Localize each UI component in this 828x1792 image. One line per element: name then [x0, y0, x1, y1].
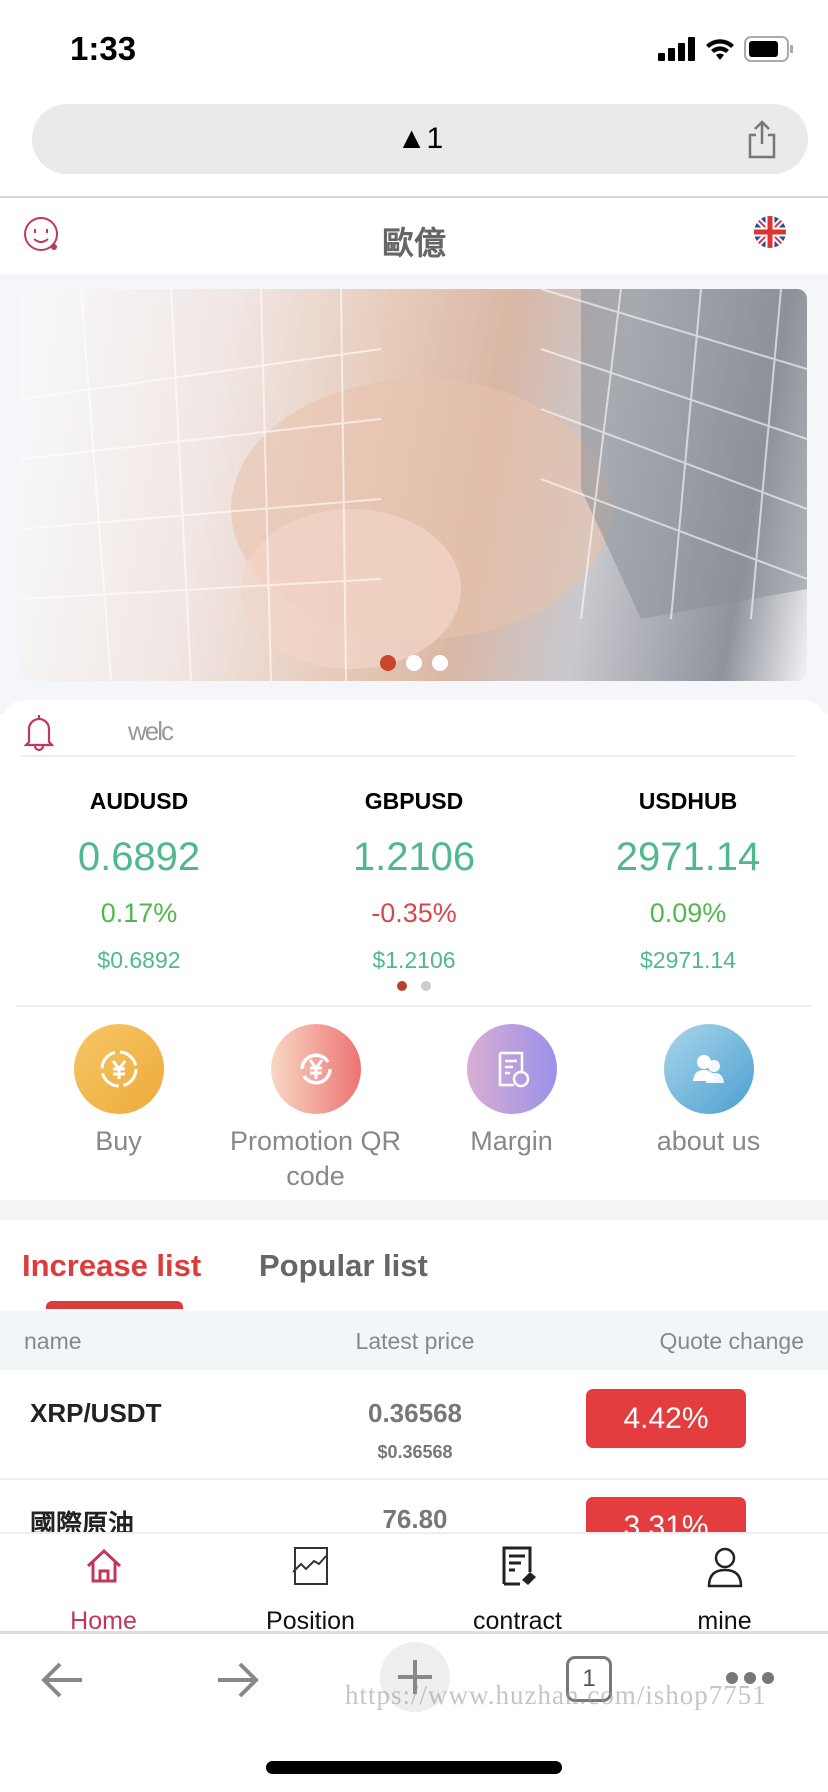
home-indicator — [266, 1761, 562, 1774]
quick-link-label: Promotion QR code — [229, 1126, 402, 1191]
tab-contract[interactable]: contract — [414, 1534, 621, 1635]
active-tab-indicator — [46, 1301, 183, 1309]
carousel-dot-active[interactable] — [380, 655, 396, 671]
column-header-change: Quote change — [659, 1328, 804, 1354]
carousel-dots — [21, 655, 807, 676]
row-name: XRP/USDT — [30, 1398, 162, 1428]
ticker-name: GBPUSD — [364, 788, 464, 814]
tab-label: contract — [473, 1607, 562, 1635]
home-icon — [86, 1548, 121, 1583]
pager-dot-active[interactable] — [397, 981, 407, 991]
tab-label: Home — [70, 1607, 137, 1635]
pager-dot[interactable] — [421, 981, 431, 991]
ticker-usd: $1.2106 — [372, 947, 456, 973]
bottom-tab-bar: Home Position contract mine — [0, 1532, 828, 1635]
ticker-price: 0.6892 — [77, 835, 201, 879]
ticker-gbpusd[interactable]: GBPUSD 1.2106 -0.35% $1.2106 — [276, 788, 552, 974]
url-text: 1 — [426, 122, 444, 155]
status-icons — [658, 36, 794, 62]
user-icon — [707, 1547, 742, 1588]
wifi-icon — [706, 39, 734, 60]
contract-icon — [502, 1546, 536, 1586]
yen-exchange-icon — [100, 1050, 137, 1088]
ticker-price: 1.2106 — [352, 835, 476, 879]
warning-icon: ▲ — [396, 122, 427, 155]
tab-label: Position — [266, 1607, 355, 1635]
watermark: https://www.huzhan.com/ishop7751 — [345, 1680, 767, 1710]
quick-link-label: about us — [656, 1126, 761, 1156]
table-header: name Latest price Quote change — [0, 1311, 828, 1370]
row-usd: $0.36568 — [377, 1442, 453, 1462]
tab-popular-list[interactable]: Popular list — [259, 1248, 428, 1284]
tab-mine[interactable]: mine — [621, 1534, 828, 1635]
tab-increase-list[interactable]: Increase list — [22, 1248, 201, 1284]
carousel-dot[interactable] — [406, 655, 422, 671]
notice-text: welc — [128, 716, 174, 746]
ticker-change: 0.09% — [649, 898, 727, 928]
market-card: welc AUDUSD 0.6892 0.17% $0.6892 GBPUSD … — [0, 700, 828, 1200]
table-row[interactable]: 國際原油 76.80 3.31% — [0, 1480, 828, 1540]
ticker-change: -0.35% — [371, 898, 457, 928]
ticker-change: 0.17% — [100, 898, 178, 928]
chart-icon — [291, 1547, 328, 1585]
banner-carousel[interactable] — [21, 289, 807, 681]
ticker-name: AUDUSD — [89, 788, 189, 814]
yen-refresh-icon — [299, 1053, 332, 1085]
quick-link-about-us[interactable]: about us — [605, 1024, 812, 1159]
quick-link-margin[interactable]: Margin — [408, 1024, 615, 1159]
address-bar[interactable]: ▲1 — [32, 104, 808, 174]
quick-link-label: Margin — [470, 1126, 553, 1156]
app-header: 歐億 — [0, 198, 828, 274]
ticker-usd: $2971.14 — [640, 947, 736, 973]
quick-link-label: Buy — [95, 1126, 142, 1156]
tab-home[interactable]: Home — [0, 1534, 207, 1635]
share-icon[interactable] — [746, 120, 778, 160]
ticker-pager — [0, 978, 828, 996]
quick-link-promotion-qr[interactable]: Promotion QR code — [212, 1024, 419, 1194]
document-badge-icon — [498, 1051, 529, 1088]
carousel-dot[interactable] — [432, 655, 448, 671]
tab-position[interactable]: Position — [207, 1534, 414, 1635]
banner-image — [21, 289, 807, 681]
notice-bar[interactable]: welc — [20, 700, 796, 757]
status-time: 1:33 — [70, 30, 137, 67]
change-badge: 4.42% — [586, 1389, 746, 1448]
ticker-audusd[interactable]: AUDUSD 0.6892 0.17% $0.6892 — [1, 788, 277, 974]
forward-arrow-icon[interactable] — [214, 1660, 260, 1700]
ticker-usd: $0.6892 — [97, 947, 181, 973]
back-arrow-icon[interactable] — [40, 1660, 86, 1700]
uk-flag-icon[interactable] — [754, 216, 786, 248]
signal-icon — [658, 37, 695, 61]
battery-icon — [744, 36, 793, 62]
column-header-price: Latest price — [355, 1328, 475, 1354]
row-price: 76.80 — [382, 1504, 448, 1534]
divider — [16, 1005, 812, 1007]
quick-link-buy[interactable]: Buy — [15, 1024, 222, 1159]
page-title: 歐億 — [381, 225, 446, 261]
column-header-name: name — [24, 1328, 82, 1354]
row-price: 0.36568 — [368, 1398, 462, 1428]
ticker-name: USDHUB — [638, 788, 738, 814]
ticker-usdhub[interactable]: USDHUB 2971.14 0.09% $2971.14 — [550, 788, 826, 974]
bell-icon — [24, 715, 54, 752]
users-icon — [692, 1055, 724, 1083]
table-row[interactable]: XRP/USDT 0.36568 $0.36568 4.42% — [0, 1370, 828, 1480]
tab-label: mine — [697, 1607, 752, 1635]
ticker-price: 2971.14 — [615, 835, 761, 879]
